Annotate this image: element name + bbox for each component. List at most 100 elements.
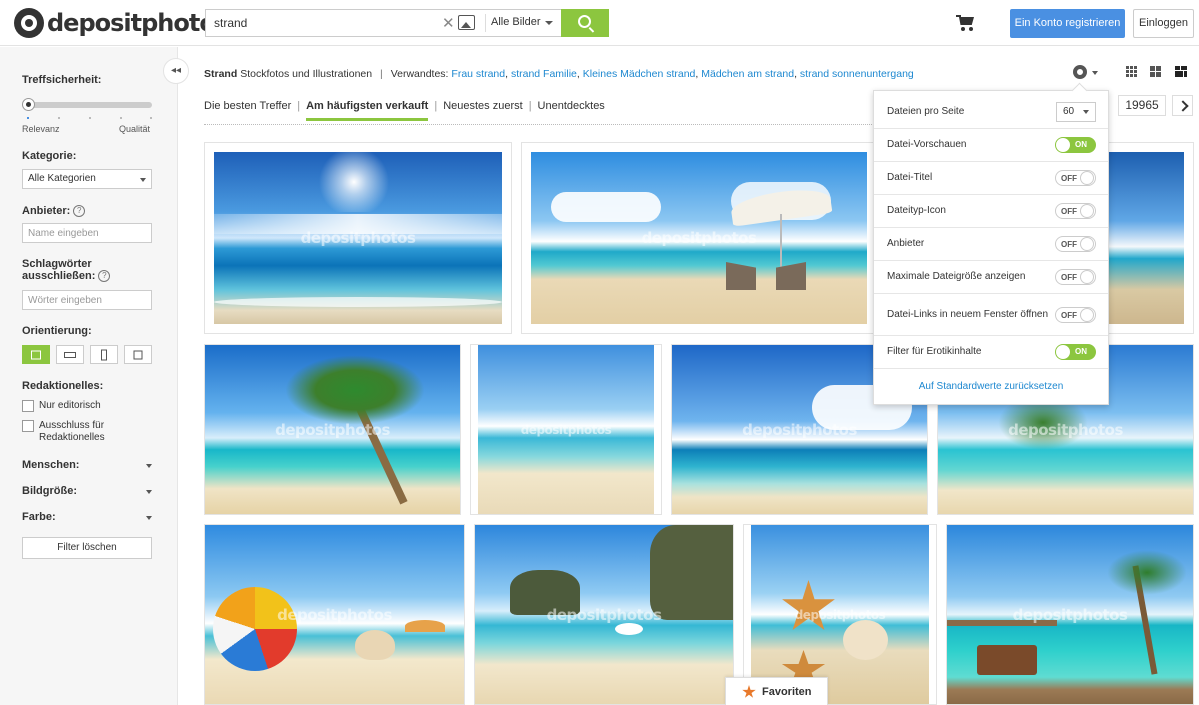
category-select[interactable]: Alle Kategorien — [22, 169, 152, 189]
related-link[interactable]: Mädchen am strand — [701, 68, 794, 80]
tab-newest[interactable]: Neuestes zuerst — [443, 100, 522, 121]
login-button[interactable]: Einloggen — [1133, 9, 1194, 38]
orientation-vertical-button[interactable] — [90, 345, 118, 364]
image-size-filter-toggle[interactable]: Bildgröße: — [22, 485, 152, 497]
related-link[interactable]: strand Familie — [511, 68, 577, 80]
orientation-square-button[interactable] — [124, 345, 152, 364]
watermark: depositphotos — [1012, 605, 1128, 624]
slider-label-quality: Qualität — [119, 124, 151, 134]
exclude-keywords-input[interactable] — [22, 290, 152, 310]
logo[interactable]: depositphotos — [14, 8, 229, 38]
file-type-icon-toggle[interactable]: OFF — [1055, 203, 1096, 219]
provider-input[interactable] — [22, 223, 152, 243]
reset-defaults-link[interactable]: Auf Standardwerte zurücksetzen — [874, 381, 1108, 392]
image-search-icon[interactable] — [458, 15, 475, 30]
help-icon[interactable]: ? — [73, 205, 86, 218]
file-previews-toggle[interactable]: ON — [1055, 137, 1096, 153]
orientation-label: Orientierung: — [22, 325, 92, 337]
collapse-sidebar-button[interactable]: ◂◂ — [163, 58, 189, 84]
adult-filter-toggle[interactable]: ON — [1055, 344, 1096, 360]
orientation-horizontal-button[interactable] — [56, 345, 84, 364]
exclude-keywords-label-1: Schlagwörter — [22, 258, 92, 270]
max-filesize-toggle[interactable]: OFF — [1055, 269, 1096, 285]
orientation-all-button[interactable] — [22, 345, 50, 364]
exclude-keywords-label: ausschließen:? — [22, 270, 111, 283]
favorites-tab[interactable]: Favoriten — [725, 677, 828, 705]
watermark: depositphotos — [794, 607, 886, 622]
grid-small-view-icon[interactable] — [1126, 66, 1138, 78]
photo-card[interactable]: depositphotos — [204, 524, 465, 705]
accuracy-label: Treffsicherheit: — [22, 74, 102, 86]
toggle-state: OFF — [1061, 310, 1077, 320]
divider — [204, 124, 874, 125]
clear-filters-button[interactable]: Filter löschen — [22, 537, 152, 559]
setting-row: Dateien pro Seite 60 — [874, 96, 1108, 129]
setting-row: Filter für Erotikinhalte ON — [874, 336, 1108, 369]
editorial-label: Redaktionelles: — [22, 380, 104, 392]
filter-sidebar — [0, 47, 178, 705]
gear-icon[interactable] — [1073, 65, 1087, 79]
chevron-down-icon — [1083, 110, 1089, 114]
category-label: Kategorie: — [22, 150, 77, 162]
setting-label: Datei-Links in neuem Fenster öffnen — [887, 308, 1049, 320]
provider-label-text: Anbieter: — [22, 205, 71, 217]
photo-card[interactable]: depositphotos — [474, 524, 734, 705]
file-title-toggle[interactable]: OFF — [1055, 170, 1096, 186]
exclude-editorial-checkbox[interactable] — [22, 420, 34, 432]
page-count[interactable]: 19965 — [1118, 95, 1166, 116]
photo-card[interactable]: depositphotos — [521, 142, 877, 334]
provider-label: Anbieter:? — [22, 205, 86, 218]
watermark: depositphotos — [275, 420, 390, 439]
cart-icon[interactable] — [956, 15, 976, 31]
search-input[interactable] — [214, 15, 434, 31]
tab-best-selling[interactable]: Am häufigsten verkauft — [306, 100, 429, 121]
clear-icon[interactable]: ✕ — [442, 14, 455, 32]
editorial-only-checkbox[interactable] — [22, 400, 34, 412]
grid-large-view-icon[interactable] — [1150, 66, 1162, 78]
files-per-page-select[interactable]: 60 — [1056, 102, 1096, 122]
logo-text: depositphotos — [47, 9, 229, 37]
photo-card[interactable]: depositphotos — [470, 344, 662, 515]
toggle-state: OFF — [1061, 273, 1077, 282]
setting-row: Dateityp-Icon OFF — [874, 195, 1108, 228]
watermark: depositphotos — [300, 229, 416, 247]
photo-card[interactable]: depositphotos — [946, 524, 1194, 705]
open-links-new-window-toggle[interactable]: OFF — [1055, 306, 1096, 323]
register-button[interactable]: Ein Konto registrieren — [1010, 9, 1125, 38]
toggle-state: OFF — [1061, 240, 1077, 249]
favorites-label: Favoriten — [762, 686, 812, 698]
setting-label: Filter für Erotikinhalte — [887, 346, 982, 357]
mosaic-view-icon[interactable] — [1175, 66, 1187, 78]
photo-card[interactable]: depositphotos — [204, 344, 461, 515]
watermark: depositphotos — [742, 420, 857, 439]
photo-card[interactable]: depositphotos — [204, 142, 512, 334]
search-button[interactable] — [561, 9, 609, 37]
people-filter-toggle[interactable]: Menschen: — [22, 459, 152, 471]
search-keyword: Strand — [204, 68, 238, 80]
settings-dropdown: Dateien pro Seite 60 Datei-Vorschauen ON… — [873, 90, 1109, 405]
help-icon[interactable]: ? — [98, 270, 111, 283]
accuracy-slider-handle[interactable] — [22, 98, 35, 111]
related-link[interactable]: strand sonnenuntergang — [800, 68, 914, 80]
related-link[interactable]: Frau strand — [451, 68, 505, 80]
setting-row: Maximale Dateigröße anzeigen OFF — [874, 261, 1108, 294]
watermark: depositphotos — [641, 229, 757, 247]
setting-label: Datei-Titel — [887, 172, 933, 183]
tab-undiscovered[interactable]: Unentdecktes — [538, 100, 605, 121]
toggle-state: OFF — [1061, 207, 1077, 216]
files-per-page-value: 60 — [1063, 106, 1075, 117]
beach-photo: depositphotos — [214, 152, 502, 324]
next-page-button[interactable] — [1172, 95, 1193, 116]
provider-toggle[interactable]: OFF — [1055, 236, 1096, 252]
category-value: Alle Kategorien — [28, 173, 96, 184]
related-link[interactable]: Kleines Mädchen strand — [583, 68, 696, 80]
search-box: ✕ Alle Bilder — [205, 9, 561, 37]
beach-ball-photo: depositphotos — [205, 525, 464, 704]
sort-tabs: Die besten Treffer | Am häufigsten verkauf… — [204, 100, 605, 121]
accuracy-slider-track[interactable] — [27, 102, 152, 108]
exclude-editorial-label-2: Redaktionelles — [39, 432, 105, 443]
setting-label: Anbieter — [887, 238, 925, 249]
search-type-select[interactable]: Alle Bilder — [491, 16, 541, 28]
tab-best-match[interactable]: Die besten Treffer — [204, 100, 291, 121]
color-filter-toggle[interactable]: Farbe: — [22, 511, 152, 523]
